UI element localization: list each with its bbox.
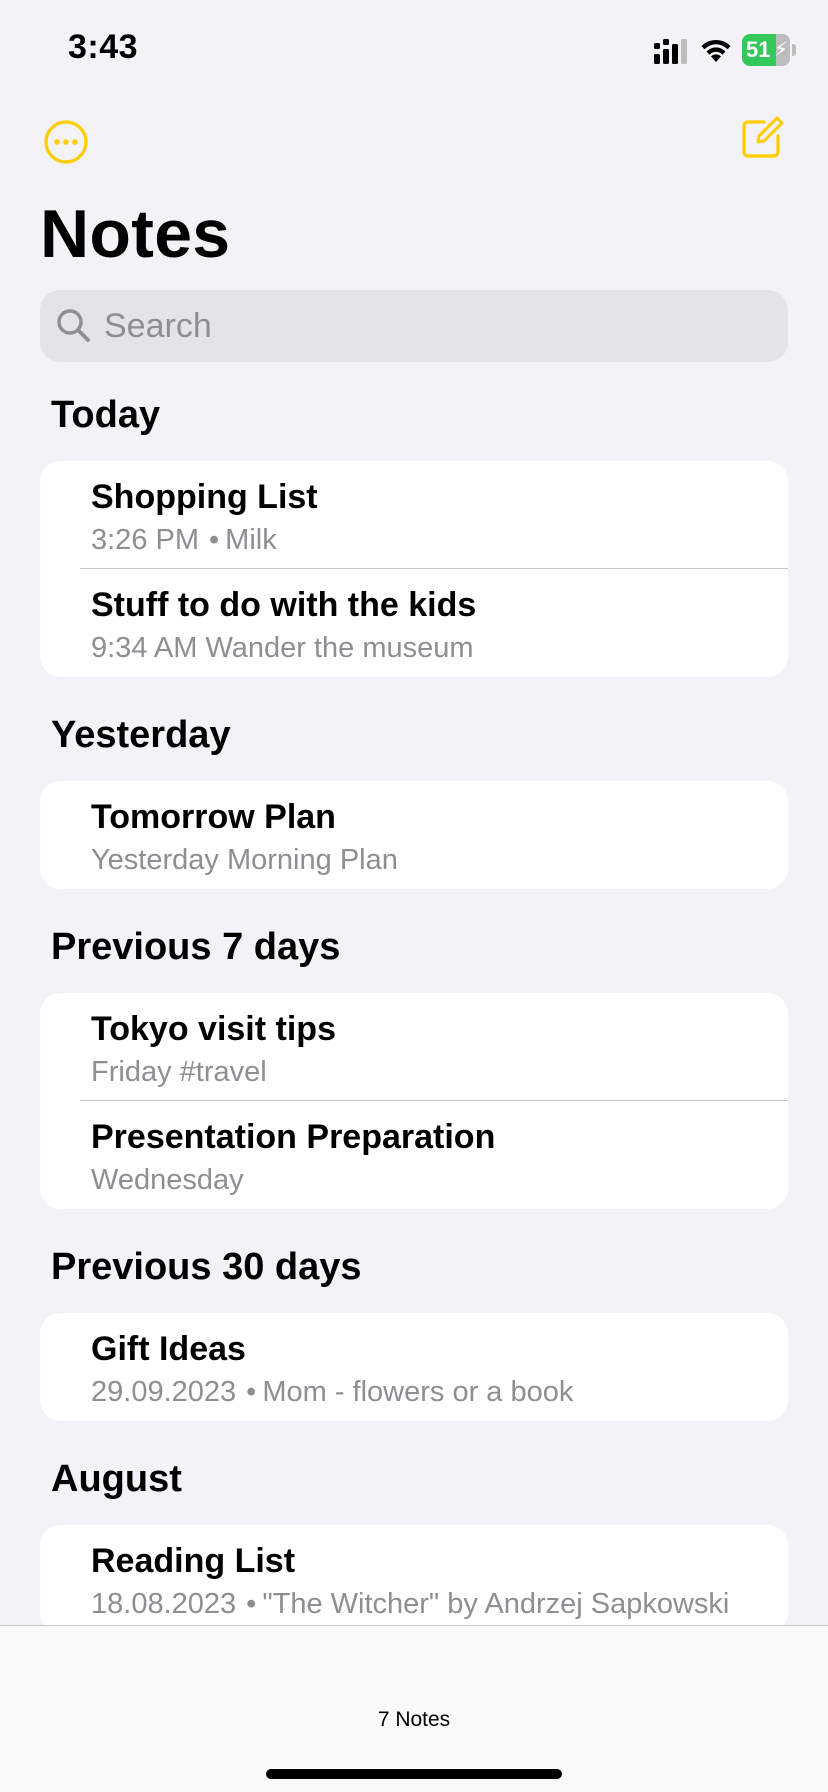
note-date: 29.09.2023 [91, 1376, 237, 1408]
note-title: Stuff to do with the kids [91, 586, 477, 624]
note-preview: Milk [225, 524, 277, 556]
home-indicator[interactable] [266, 1769, 562, 1779]
note-preview: Morning Plan [226, 844, 398, 876]
note-meta: Wednesday [91, 1163, 244, 1197]
note-meta: 29.09.2023 • Mom - flowers or a book [91, 1375, 573, 1409]
section-header-today: Today [51, 394, 161, 436]
note-meta: 9:34 AM Wander the museum [91, 631, 474, 665]
battery-icon: 51 ⚡ [742, 34, 790, 66]
separator-dot: • [246, 1376, 257, 1408]
compose-note-button[interactable] [738, 114, 786, 162]
note-preview: #travel [179, 1056, 267, 1088]
note-row[interactable]: Reading List 18.08.2023 • "The Witcher" by… [40, 1525, 788, 1633]
section-header-august: August [51, 1458, 182, 1500]
note-preview: Wander the museum [205, 632, 474, 664]
notes-card-yesterday: Tomorrow Plan Yesterday Morning Plan [40, 781, 788, 889]
note-row[interactable]: Presentation Preparation Wednesday [40, 1101, 788, 1209]
note-title: Tomorrow Plan [91, 798, 336, 836]
charging-bolt-icon: ⚡ [773, 39, 788, 61]
notes-card-previous-30-days: Gift Ideas 29.09.2023 • Mom - flowers or a… [40, 1313, 788, 1421]
note-count: 7 Notes [377, 1708, 451, 1731]
note-row[interactable]: Stuff to do with the kids 9:34 AM Wander… [40, 569, 788, 677]
note-title: Reading List [91, 1542, 296, 1580]
section-header-previous-7-days: Previous 7 days [51, 926, 341, 968]
note-title: Gift Ideas [91, 1330, 246, 1368]
note-date: 18.08.2023 [91, 1588, 237, 1620]
note-title: Tokyo visit tips [91, 1010, 336, 1048]
note-meta: 3:26 PM • Milk [91, 523, 277, 557]
wifi-icon [701, 39, 731, 62]
more-options-button[interactable] [42, 118, 90, 166]
status-bar: 3:43 51 ⚡ [0, 0, 828, 100]
note-date: 3:26 PM [91, 524, 199, 556]
battery-level: 51 [746, 37, 771, 62]
battery-tip [792, 44, 796, 56]
notes-card-august: Reading List 18.08.2023 • "The Witcher" by… [40, 1525, 788, 1633]
note-row[interactable]: Shopping List 3:26 PM • Milk [40, 461, 788, 569]
signal-icon [654, 39, 687, 64]
page-title: Notes [40, 196, 231, 272]
search-icon [57, 309, 90, 342]
note-title: Shopping List [91, 478, 318, 516]
bottom-toolbar: 7 Notes [0, 1625, 828, 1792]
note-row[interactable]: Tokyo visit tips Friday #travel [40, 993, 788, 1101]
note-title: Presentation Preparation [91, 1118, 496, 1156]
search-input[interactable] [100, 290, 764, 362]
note-date: Wednesday [91, 1164, 244, 1196]
notes-card-previous-7-days: Tokyo visit tips Friday #travel Presenta… [40, 993, 788, 1209]
note-date: Yesterday [91, 844, 219, 876]
note-preview: "The Witcher" by Andrzej Sapkowski [262, 1588, 730, 1620]
status-time: 3:43 [68, 28, 139, 66]
notes-card-today: Shopping List 3:26 PM • Milk Stuff to do w… [40, 461, 788, 677]
separator-dot: • [246, 1588, 257, 1620]
section-header-yesterday: Yesterday [51, 714, 231, 756]
note-row[interactable]: Tomorrow Plan Yesterday Morning Plan [40, 781, 788, 889]
note-date: Friday [91, 1056, 172, 1088]
note-meta: Friday #travel [91, 1055, 267, 1089]
note-date: 9:34 AM [91, 632, 198, 664]
notes-screen: 3:43 51 ⚡ Notes Search Today Shopping Li… [0, 0, 828, 1792]
note-preview: Mom - flowers or a book [262, 1376, 574, 1408]
search-field[interactable] [40, 290, 788, 362]
note-row[interactable]: Gift Ideas 29.09.2023 • Mom - flowers or a… [40, 1313, 788, 1421]
note-meta: 18.08.2023 • "The Witcher" by Andrzej Sapk… [91, 1587, 729, 1621]
section-header-previous-30-days: Previous 30 days [51, 1246, 362, 1288]
note-meta: Yesterday Morning Plan [91, 843, 398, 877]
separator-dot: • [209, 524, 220, 556]
